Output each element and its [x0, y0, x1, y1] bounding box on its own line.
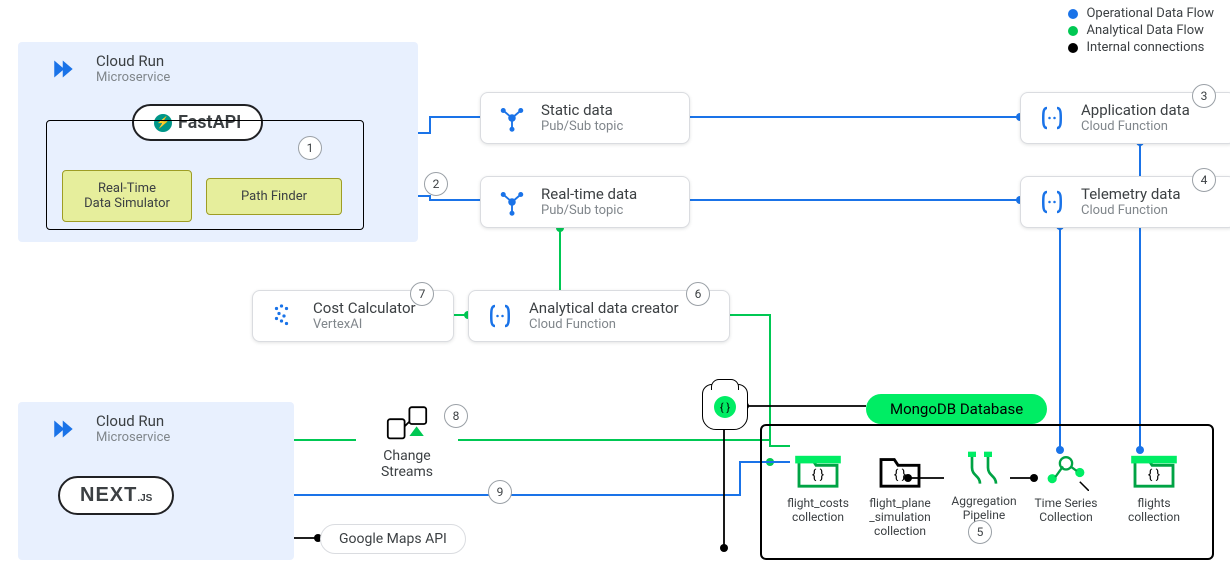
cloudrun-node-2: Cloud RunMicroservice: [36, 404, 184, 454]
step-4: 4: [1192, 168, 1216, 192]
static-sub: Pub/Sub topic: [541, 119, 623, 135]
step-9: 9: [488, 480, 512, 504]
change-streams-icon: [356, 404, 458, 448]
db-label: flights collection: [1110, 496, 1198, 524]
num: 6: [695, 287, 702, 301]
cloud-run-icon: [50, 412, 84, 446]
num: 5: [977, 525, 984, 539]
google-maps-pill: Google Maps API: [320, 524, 466, 554]
telemetry-sub: Cloud Function: [1081, 203, 1181, 219]
gmaps-label: Google Maps API: [339, 531, 447, 547]
legend-dot-icon: [1068, 26, 1078, 36]
num: 9: [497, 485, 504, 499]
step-8: 8: [444, 404, 468, 428]
static-data-node: Static dataPub/Sub topic: [480, 92, 690, 144]
static-title: Static data: [541, 101, 623, 119]
mongodb-badge: { }: [702, 384, 748, 430]
legend-label: Analytical Data Flow: [1086, 23, 1203, 38]
pubsub-icon: [495, 185, 529, 219]
db-item-flights: { } flights collection: [1110, 450, 1198, 524]
legend-label: Internal connections: [1086, 40, 1204, 55]
appdata-sub: Cloud Function: [1081, 119, 1190, 135]
db-label: flight_plane _simulation collection: [856, 496, 944, 538]
cloud-function-icon: [483, 299, 517, 333]
realtime-title: Real-time data: [541, 185, 637, 203]
nextjs-suffix: .JS: [137, 493, 152, 504]
nextjs-pill: NEXT.JS: [58, 476, 174, 515]
cloudrun2-sub: Microservice: [96, 430, 170, 446]
cloudrun-title: Cloud Run: [96, 52, 170, 70]
nextjs-label: NEXT: [80, 484, 137, 506]
step-3: 3: [1192, 84, 1216, 108]
folder-icon: { }: [875, 450, 925, 492]
mongodb-icon: { }: [714, 396, 736, 418]
svg-text:{ }: { }: [894, 468, 907, 483]
cloudrun2-title: Cloud Run: [96, 412, 170, 430]
svg-text:{ }: { }: [1148, 468, 1161, 483]
pubsub-icon: [495, 101, 529, 135]
anacreator-title: Analytical data creator: [529, 299, 679, 317]
costcalc-title: Cost Calculator: [313, 299, 416, 317]
folder-icon: { }: [793, 450, 843, 492]
folder-icon: { }: [1129, 450, 1179, 492]
step-7: 7: [410, 282, 434, 306]
appdata-title: Application data: [1081, 101, 1190, 119]
num: 1: [307, 141, 314, 155]
db-item-flightcosts: { } flight_costs collection: [774, 450, 862, 524]
realtime-sub: Pub/Sub topic: [541, 203, 637, 219]
step-1: 1: [298, 136, 322, 160]
pathfinder-label: Path Finder: [241, 189, 307, 204]
rts-label: Real-Time Data Simulator: [84, 181, 170, 211]
num: 2: [433, 177, 440, 191]
changestreams-label: Change Streams: [356, 448, 458, 480]
step-5: 5: [968, 520, 992, 544]
change-streams-node: Change Streams: [356, 404, 458, 480]
mongodb-label: MongoDB Database: [866, 394, 1047, 424]
cloudrun-node-1: Cloud RunMicroservice: [36, 44, 184, 94]
cloud-function-icon: [1035, 185, 1069, 219]
db-item-flightplane: { } flight_plane _simulation collection: [856, 450, 944, 538]
num: 7: [419, 287, 426, 301]
time-series-icon: [1041, 450, 1091, 492]
legend-label: Operational Data Flow: [1086, 6, 1214, 21]
svg-text:{ }: { }: [812, 468, 825, 483]
step-6: 6: [686, 282, 710, 306]
db-label: Aggregation Pipeline: [940, 494, 1028, 522]
num: 8: [453, 409, 460, 423]
anacreator-sub: Cloud Function: [529, 317, 679, 333]
db-item-aggpipe: Aggregation Pipeline: [940, 448, 1028, 522]
cloud-run-icon: [50, 52, 84, 86]
cloud-function-icon: [1035, 101, 1069, 135]
legend: Operational Data Flow Analytical Data Fl…: [1068, 6, 1214, 57]
step-2: 2: [424, 172, 448, 196]
realtime-simulator-box: Real-Time Data Simulator: [62, 170, 192, 222]
legend-dot-icon: [1068, 9, 1078, 19]
mongodb-label-text: MongoDB Database: [890, 400, 1023, 418]
vertexai-icon: [267, 299, 301, 333]
legend-dot-icon: [1068, 43, 1078, 53]
aggregation-pipeline-icon: [959, 448, 1009, 490]
costcalc-sub: VertexAI: [313, 317, 416, 333]
path-finder-box: Path Finder: [206, 178, 342, 215]
db-label: flight_costs collection: [774, 496, 862, 524]
telemetry-title: Telemetry data: [1081, 185, 1181, 203]
cloudrun-sub: Microservice: [96, 70, 170, 86]
diagram-canvas: Operational Data Flow Analytical Data Fl…: [0, 0, 1230, 570]
db-item-timeseries: Time Series Collection: [1022, 450, 1110, 524]
realtime-data-node: Real-time dataPub/Sub topic: [480, 176, 690, 228]
num: 3: [1201, 89, 1208, 103]
db-label: Time Series Collection: [1022, 496, 1110, 524]
num: 4: [1201, 173, 1208, 187]
